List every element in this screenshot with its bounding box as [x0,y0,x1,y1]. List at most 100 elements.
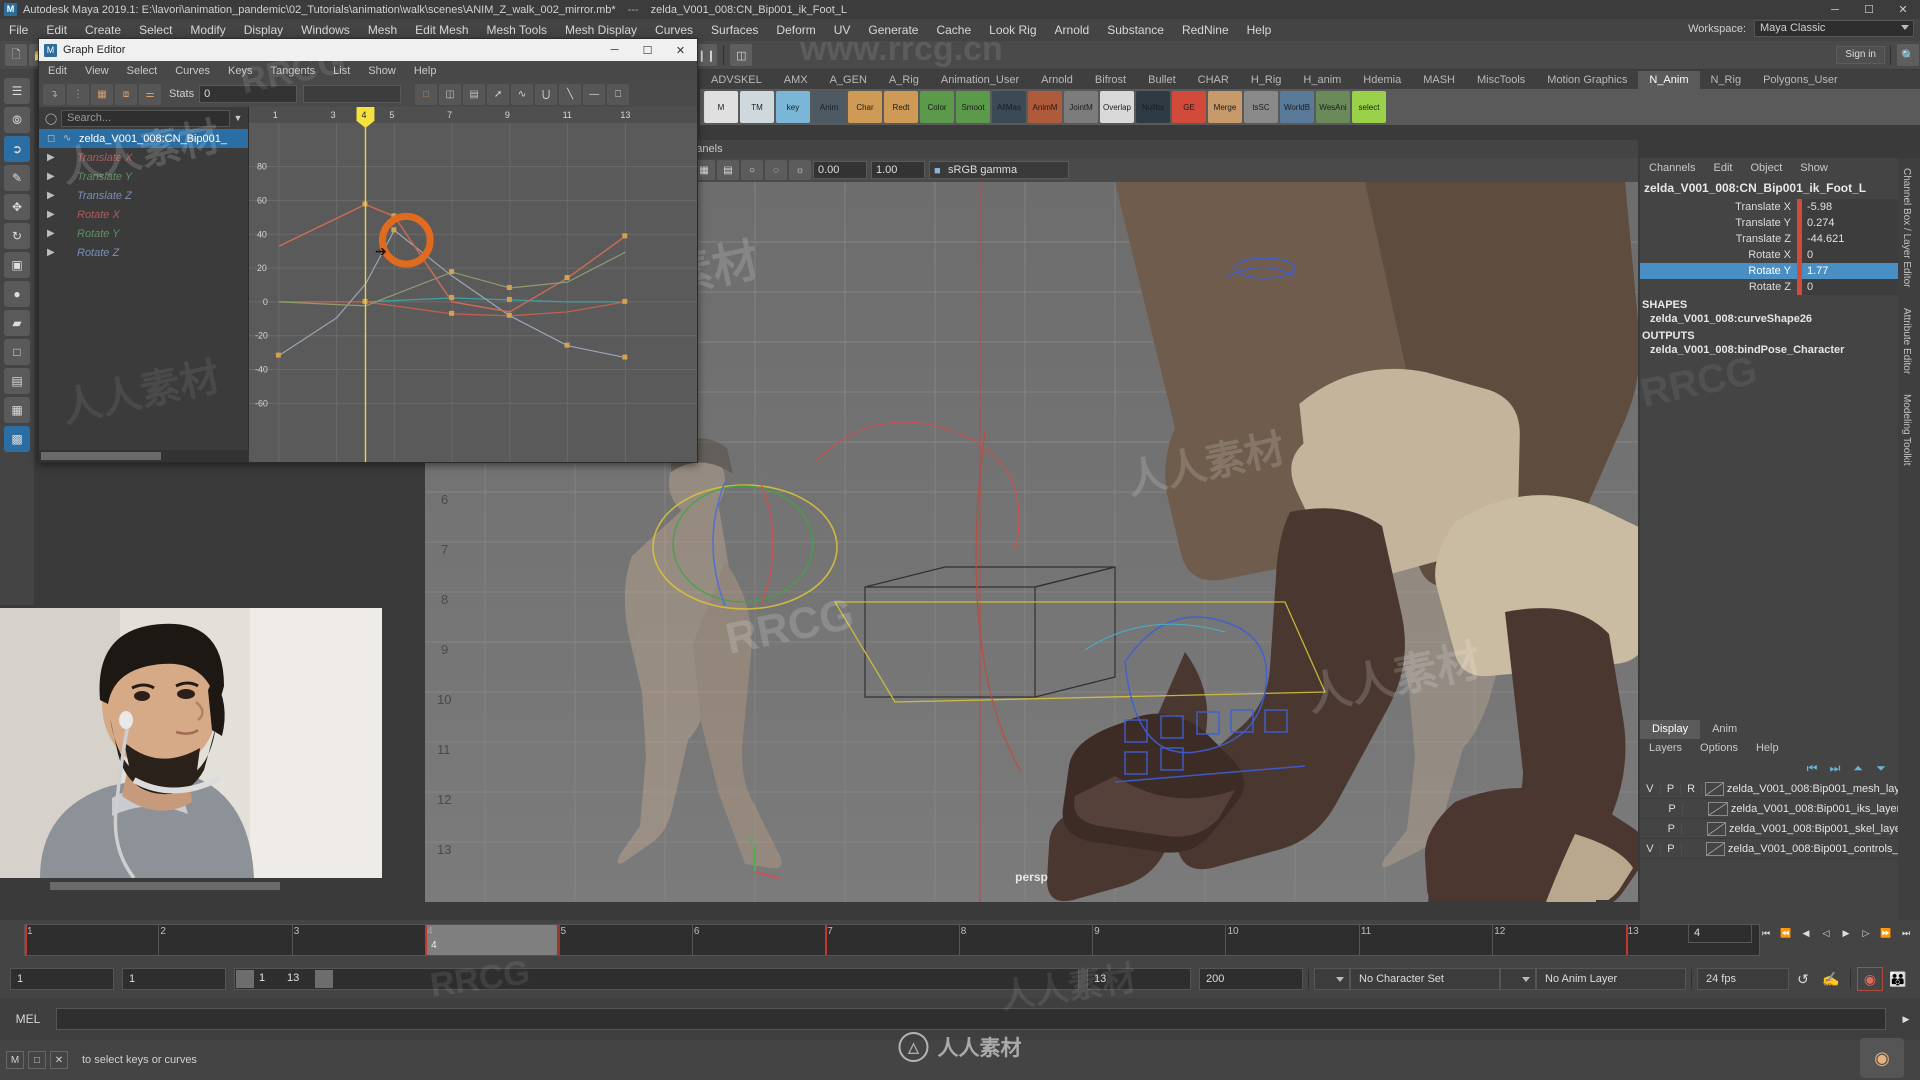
graph-channel-row[interactable]: ▶Rotate X [39,205,248,224]
channel-box-tab-object[interactable]: Object [1741,158,1791,178]
step-back-frame-icon[interactable]: ◀ [1797,925,1815,943]
ge-menu-list[interactable]: List [324,61,359,81]
dock-tab-attribute-editor[interactable]: Attribute Editor [1898,298,1915,384]
channel-box-row[interactable]: Rotate Y1.77 [1640,263,1898,279]
channel-box-attr-value[interactable]: -44.621 [1802,231,1898,247]
layer-playback-toggle[interactable]: P [1661,843,1682,855]
shelf-tab-bifrost[interactable]: Bifrost [1084,71,1137,89]
layer-name[interactable]: zelda_V001_008:Bip001_skel_layer [1729,823,1898,835]
graph-editor-curve-area[interactable]: 134 579 1113 806040 200-20 -40-60 ➔ [249,107,697,462]
animation-preferences-icon[interactable]: ◉ [1857,967,1883,991]
flat-tangent-icon[interactable]: — [583,84,605,105]
menu-item-cache[interactable]: Cache [927,19,980,41]
layer-row[interactable]: VPzelda_V001_008:Bip001_controls_la [1640,839,1898,859]
channel-box-attr-value[interactable]: 0 [1802,247,1898,263]
shelf-tab-motion-graphics[interactable]: Motion Graphics [1536,71,1638,89]
color-management-dropdown[interactable]: ■ sRGB gamma [929,161,1069,179]
current-time-indicator[interactable] [425,925,558,955]
ge-menu-help[interactable]: Help [405,61,446,81]
time-slider-track[interactable]: 123456789101112134 [24,924,1760,956]
shelf-tab-misctools[interactable]: MiscTools [1466,71,1536,89]
shelf-tab-bullet[interactable]: Bullet [1137,71,1187,89]
shelf-tab-animation-user[interactable]: Animation_User [930,71,1030,89]
last-tool-icon[interactable]: ☰ [4,78,30,104]
gamma-value[interactable]: 1.00 [871,161,925,179]
menu-item-uv[interactable]: UV [825,19,860,41]
shelf-button-m[interactable]: M [704,91,738,123]
shelf-button-ge[interactable]: GE [1172,91,1206,123]
speaker-icon[interactable]: ▶ [47,209,63,220]
channel-box-row[interactable]: Translate Y0.274 [1640,215,1898,231]
frame-playback-range-icon[interactable]: ◫ [439,84,461,105]
shelf-tab-hdemia[interactable]: Hdemia [1352,71,1412,89]
ge-menu-edit[interactable]: Edit [39,61,76,81]
layer-playback-toggle[interactable]: P [1662,803,1684,815]
graph-channel-row[interactable]: ▶Rotate Y [39,224,248,243]
graph-editor-window[interactable]: M Graph Editor ─ ☐ ✕ EditViewSelectCurve… [38,38,698,463]
shelf-button-char[interactable]: Char [848,91,882,123]
layer-playback-toggle[interactable]: P [1661,823,1682,835]
auto-key-icon[interactable]: ✍ [1818,967,1844,991]
layer-color-swatch[interactable] [1707,822,1726,836]
ge-menu-tangents[interactable]: Tangents [262,61,325,81]
graph-channel-row[interactable]: ▶Rotate Z [39,243,248,262]
shelf-button-key[interactable]: key [776,91,810,123]
layer-menu-options[interactable]: Options [1691,739,1747,757]
layer-name[interactable]: zelda_V001_008:Bip001_mesh_layer [1727,783,1898,795]
layer-name[interactable]: zelda_V001_008:Bip001_controls_la [1728,843,1898,855]
play-forwards-icon[interactable]: ▶ [1837,925,1855,943]
shelf-button-merge[interactable]: Merge [1208,91,1242,123]
go-to-start-icon[interactable]: ⏮ [1757,925,1775,943]
region-keys-icon[interactable]: ⧈ [115,84,137,105]
shelf-tab-char[interactable]: CHAR [1187,71,1240,89]
gate-mask-icon[interactable]: ▤ [717,160,739,180]
new-scene-icon[interactable]: 🗋 [5,44,27,66]
shelf-tab-polygons-user[interactable]: Polygons_User [1752,71,1849,89]
shelf-button-animm[interactable]: AnimM [1028,91,1062,123]
anim-layer-arrow[interactable] [1500,968,1536,990]
character-preferences-icon[interactable]: 👪 [1885,967,1911,991]
dock-tab-modeling-toolkit[interactable]: Modeling Toolkit [1898,384,1915,476]
webcam-scroll-strip[interactable] [0,878,382,894]
outliner-horizontal-scrollbar[interactable] [39,450,249,462]
menu-item-deform[interactable]: Deform [767,19,824,41]
menu-item-substance[interactable]: Substance [1098,19,1173,41]
lattice-deform-keys-icon[interactable]: ▦ [91,84,113,105]
outliner-node-row[interactable]: ◻ ∿ zelda_V001_008:CN_Bip001_ [39,129,248,148]
insert-keys-icon[interactable]: ⋮ [67,84,89,105]
exposure-icon[interactable]: ☼ [789,160,811,180]
menu-item-rednine[interactable]: RedNine [1173,19,1238,41]
range-left-handle[interactable] [236,970,254,988]
ge-menu-show[interactable]: Show [359,61,405,81]
step-forward-frame-icon[interactable]: ▷ [1857,925,1875,943]
channel-box-row[interactable]: Translate Z-44.621 [1640,231,1898,247]
graph-editor-maximize-button[interactable]: ☐ [631,39,664,61]
rotate-tool-icon[interactable]: ↻ [4,223,30,249]
menu-item-surfaces[interactable]: Surfaces [702,19,767,41]
lasso-select-icon[interactable]: ⦾ [4,107,30,133]
start-time-field[interactable]: 1 [10,968,114,990]
workspace-dropdown[interactable]: Maya Classic [1754,20,1914,37]
graph-channel-row[interactable]: ▶Translate Z [39,186,248,205]
shelf-tab-h-rig[interactable]: H_Rig [1240,71,1293,89]
ge-menu-curves[interactable]: Curves [166,61,219,81]
character-set-dropdown[interactable]: No Character Set [1350,968,1500,990]
channel-box-attr-value[interactable]: 0 [1802,279,1898,295]
chevron-down-icon[interactable]: ▼ [230,113,246,123]
speaker-icon[interactable]: ▶ [47,247,63,258]
layout-two-icon[interactable]: ▤ [4,368,30,394]
frame-center-icon[interactable]: ▤ [463,84,485,105]
maya-status-icon[interactable]: M [6,1051,24,1069]
speaker-icon[interactable]: ▶ [47,190,63,201]
help-search-icon[interactable]: 🔍 [1897,44,1919,66]
layer-tab-anim[interactable]: Anim [1700,720,1749,739]
channel-box-row[interactable]: Rotate Z0 [1640,279,1898,295]
shelf-button-color[interactable]: Color [920,91,954,123]
shelf-button-tm[interactable]: TM [740,91,774,123]
new-layer-icon[interactable]: ⏮ [1803,760,1821,776]
menu-item-generate[interactable]: Generate [859,19,927,41]
move-layer-down-icon[interactable]: ⏷ [1872,760,1890,776]
shelf-tab-advskel[interactable]: ADVSKEL [700,71,773,89]
shelf-tab-a-gen[interactable]: A_GEN [819,71,878,89]
anim-start-field[interactable]: 1 [122,968,226,990]
